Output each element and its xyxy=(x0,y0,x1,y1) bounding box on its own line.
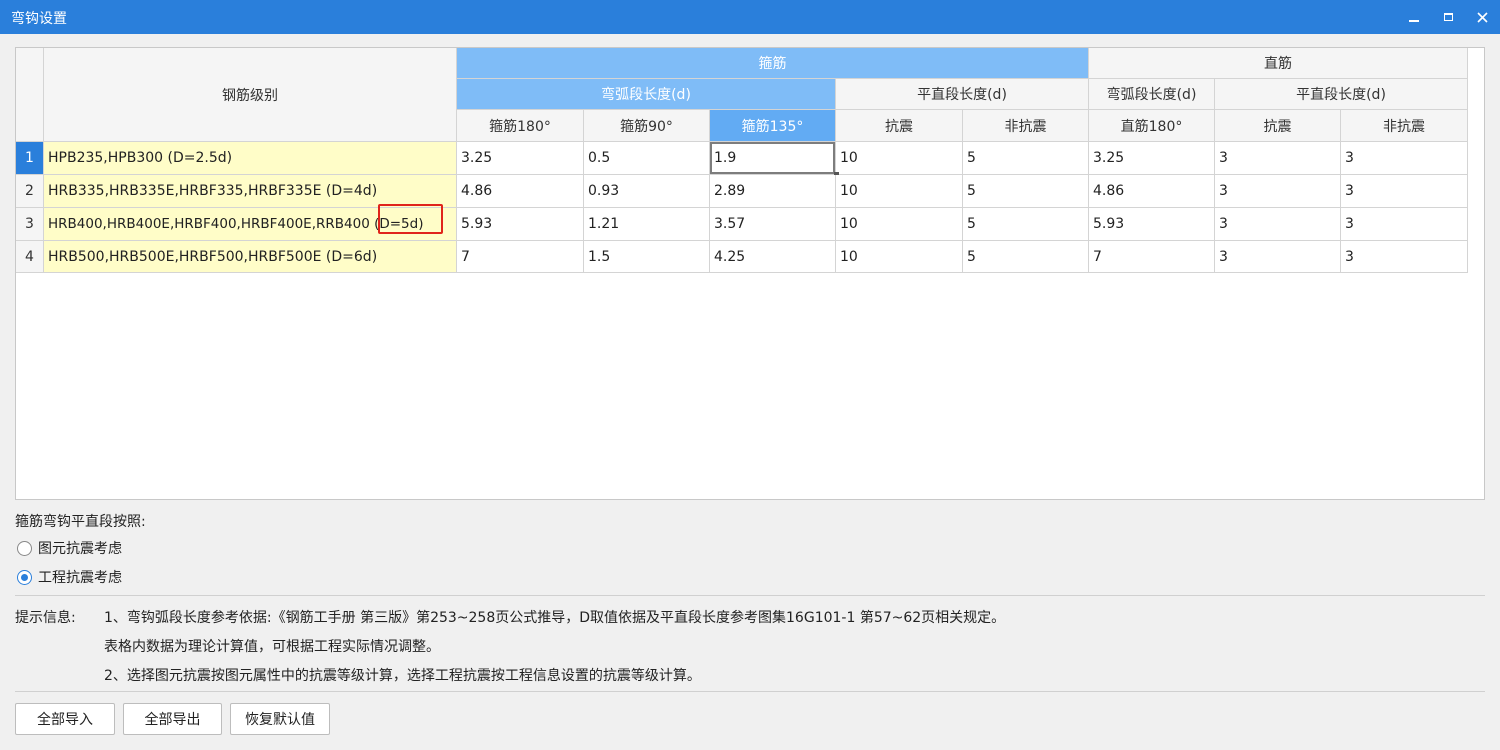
cell-straight-nonseismic[interactable]: 3 xyxy=(1341,175,1468,208)
straight-header: 直筋 xyxy=(1089,48,1468,79)
divider xyxy=(15,595,1485,596)
cell-nonseismic[interactable]: 5 xyxy=(963,142,1089,175)
cell-seismic[interactable]: 10 xyxy=(836,142,963,175)
cell-straight-180[interactable]: 7 xyxy=(1089,241,1215,273)
cell-nonseismic[interactable]: 5 xyxy=(963,208,1089,241)
stirrup-arc-length-header: 弯弧段长度(d) xyxy=(457,79,836,110)
cell-stirrup-180[interactable]: 5.93 xyxy=(457,208,584,241)
col-header-stirrup-135[interactable]: 箍筋135° xyxy=(710,110,836,142)
cell-stirrup-180[interactable]: 4.86 xyxy=(457,175,584,208)
radio-label: 图元抗震考虑 xyxy=(38,541,122,557)
cell-stirrup-180[interactable]: 7 xyxy=(457,241,584,273)
cell-straight-seismic[interactable]: 3 xyxy=(1215,175,1341,208)
cell-straight-180[interactable]: 5.93 xyxy=(1089,208,1215,241)
row-number[interactable]: 4 xyxy=(16,241,44,273)
cell-nonseismic[interactable]: 5 xyxy=(963,241,1089,273)
stirrup-flat-length-header: 平直段长度(d) xyxy=(836,79,1089,110)
cell-stirrup-180[interactable]: 3.25 xyxy=(457,142,584,175)
grade-header: 钢筋级别 xyxy=(44,48,457,142)
minimize-button[interactable] xyxy=(1397,0,1431,34)
title-bar: 弯钩设置 xyxy=(0,0,1500,34)
window-title: 弯钩设置 xyxy=(11,11,67,27)
maximize-button[interactable] xyxy=(1431,0,1465,34)
cell-straight-nonseismic[interactable]: 3 xyxy=(1341,208,1468,241)
grade-cell[interactable]: HPB235,HPB300 (D=2.5d) xyxy=(44,142,457,175)
radio-element-seismic[interactable]: 图元抗震考虑 xyxy=(17,538,122,558)
col-header-straight-180[interactable]: 直筋180° xyxy=(1089,110,1215,142)
straight-flat-length-header: 平直段长度(d) xyxy=(1215,79,1468,110)
close-button[interactable] xyxy=(1465,0,1499,34)
cell-straight-seismic[interactable]: 3 xyxy=(1215,142,1341,175)
restore-default-button[interactable]: 恢复默认值 xyxy=(230,703,330,735)
col-header-seismic[interactable]: 抗震 xyxy=(836,110,963,142)
info-line-2: 表格内数据为理论计算值，可根据工程实际情况调整。 xyxy=(104,639,440,655)
stirrup-header: 箍筋 xyxy=(457,48,1089,79)
export-all-button[interactable]: 全部导出 xyxy=(123,703,222,735)
maximize-icon xyxy=(1443,13,1453,21)
info-line-3: 2、选择图元抗震按图元属性中的抗震等级计算，选择工程抗震按工程信息设置的抗震等级… xyxy=(104,668,701,684)
cell-seismic[interactable]: 10 xyxy=(836,175,963,208)
divider xyxy=(15,691,1485,692)
grade-cell[interactable]: HRB500,HRB500E,HRBF500,HRBF500E (D=6d) xyxy=(44,241,457,273)
cell-stirrup-90[interactable]: 1.5 xyxy=(584,241,710,273)
radio-button[interactable] xyxy=(17,540,32,556)
col-header-straight-nonseismic[interactable]: 非抗震 xyxy=(1341,110,1468,142)
close-icon xyxy=(1476,11,1488,23)
cell-stirrup-90[interactable]: 1.21 xyxy=(584,208,710,241)
cell-stirrup-90[interactable]: 0.93 xyxy=(584,175,710,208)
col-header-stirrup-180[interactable]: 箍筋180° xyxy=(457,110,584,142)
hook-settings-table: 钢筋级别 箍筋 直筋 弯弧段长度(d) 平直段长度(d) 弯弧段长度(d) 平直… xyxy=(15,47,1485,500)
cell-seismic[interactable]: 10 xyxy=(836,241,963,273)
radio-dot xyxy=(21,573,28,581)
cell-straight-seismic[interactable]: 3 xyxy=(1215,208,1341,241)
row-number[interactable]: 2 xyxy=(16,175,44,208)
col-header-straight-seismic[interactable]: 抗震 xyxy=(1215,110,1341,142)
cell-stirrup-135[interactable]: 3.57 xyxy=(710,208,836,241)
cell-straight-nonseismic[interactable]: 3 xyxy=(1341,241,1468,273)
import-all-button[interactable]: 全部导入 xyxy=(15,703,115,735)
cell-stirrup-135[interactable]: 2.89 xyxy=(710,175,836,208)
highlight-box xyxy=(378,204,443,234)
col-header-nonseismic[interactable]: 非抗震 xyxy=(963,110,1089,142)
corner-header xyxy=(16,48,44,142)
col-header-stirrup-90[interactable]: 箍筋90° xyxy=(584,110,710,142)
cell-straight-seismic[interactable]: 3 xyxy=(1215,241,1341,273)
cell-stirrup-135[interactable]: 4.25 xyxy=(710,241,836,273)
minimize-icon xyxy=(1409,20,1419,22)
info-line-1: 1、弯钩弧段长度参考依据:《钢筋工手册 第三版》第253~258页公式推导，D取… xyxy=(104,610,1006,626)
info-label: 提示信息: xyxy=(15,610,76,626)
radio-label: 工程抗震考虑 xyxy=(38,570,122,586)
radio-button-checked[interactable] xyxy=(17,569,32,585)
straight-arc-length-header: 弯弧段长度(d) xyxy=(1089,79,1215,110)
row-number[interactable]: 3 xyxy=(16,208,44,241)
cell-stirrup-90[interactable]: 0.5 xyxy=(584,142,710,175)
cell-nonseismic[interactable]: 5 xyxy=(963,175,1089,208)
cell-stirrup-135-active[interactable]: 1.9 xyxy=(710,142,836,175)
cell-seismic[interactable]: 10 xyxy=(836,208,963,241)
cell-straight-nonseismic[interactable]: 3 xyxy=(1341,142,1468,175)
row-number[interactable]: 1 xyxy=(16,142,44,175)
cell-straight-180[interactable]: 3.25 xyxy=(1089,142,1215,175)
radio-project-seismic[interactable]: 工程抗震考虑 xyxy=(17,567,122,587)
cell-straight-180[interactable]: 4.86 xyxy=(1089,175,1215,208)
stirrup-flat-option-title: 箍筋弯钩平直段按照: xyxy=(15,514,146,530)
